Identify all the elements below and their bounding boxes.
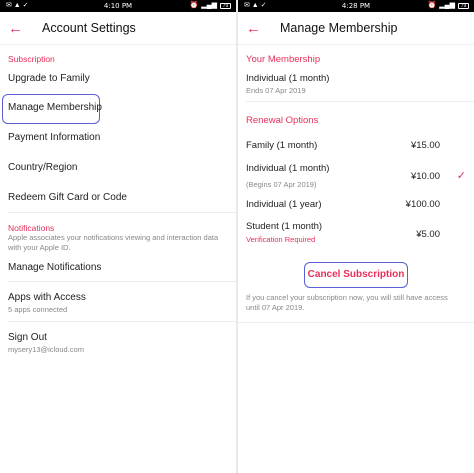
alarm-icon: ⏰ [427, 2, 437, 9]
account-settings-screen: ✉ ▲ ✓ 4:10 PM ⏰ ▂▄▆ 79 ← Account Setting… [0, 0, 236, 473]
cancel-subscription-button[interactable]: Cancel Subscription [304, 262, 408, 288]
app-bar: ← Account Settings [0, 12, 236, 45]
status-bar: ✉ ▲ ✓ 4:10 PM ⏰ ▂▄▆ 79 [0, 0, 236, 12]
cancel-note: If you cancel your subscription now, you… [246, 293, 448, 312]
page-title: Manage Membership [280, 21, 398, 35]
checkmark-icon: ✓ [456, 170, 466, 182]
manage-membership-screen: ✉ ▲ ✓ 4:28 PM ⏰ ▂▄▆ 79 ← Manage Membersh… [238, 0, 474, 473]
option-name: Family (1 month) [246, 140, 318, 151]
option-name: Individual (1 month) [246, 163, 330, 174]
battery-icon: 79 [458, 3, 469, 9]
screenshot-composite: ✉ ▲ ✓ 4:10 PM ⏰ ▂▄▆ 79 ← Account Setting… [0, 0, 474, 473]
verification-required-note: Verification Required [246, 235, 316, 244]
renewal-option-individual-month[interactable]: Individual (1 month) ¥10.00 ✓ (Begins 07… [238, 163, 474, 193]
battery-icon: 79 [220, 3, 231, 9]
renewal-option-individual-year[interactable]: Individual (1 year) ¥100.00 [238, 199, 474, 213]
back-arrow-icon[interactable]: ← [246, 21, 268, 36]
manage-notifications-item[interactable]: Manage Notifications [0, 262, 101, 273]
status-bar: ✉ ▲ ✓ 4:28 PM ⏰ ▂▄▆ 79 [238, 0, 474, 12]
status-icons: ⏰ ▂▄▆ 79 [428, 0, 469, 12]
manage-membership-item[interactable]: Manage Membership [0, 102, 102, 113]
alarm-icon: ⏰ [189, 2, 199, 9]
option-price: ¥5.00 [416, 229, 440, 240]
payment-information-item[interactable]: Payment Information [0, 132, 100, 143]
account-email: mysery13@icloud.com [8, 345, 84, 354]
apps-with-access-item[interactable]: Apps with Access [0, 292, 86, 303]
signal-icon: ▂▄▆ [439, 2, 455, 9]
country-region-item[interactable]: Country/Region [0, 162, 77, 173]
apps-connected-count: 5 apps connected [8, 305, 68, 314]
current-plan: Individual (1 month) [246, 73, 330, 84]
option-name: Student (1 month) [246, 221, 323, 232]
option-name: Individual (1 year) [246, 199, 322, 210]
option-note: (Begins 07 Apr 2019) [246, 180, 317, 189]
renewal-options-header: Renewal Options [246, 115, 319, 126]
renewal-option-student[interactable]: Student (1 month) ¥5.00 Verification Req… [238, 221, 474, 251]
notifications-header: Notifications [8, 223, 55, 233]
divider [8, 212, 236, 213]
divider [8, 321, 236, 322]
signal-icon: ▂▄▆ [201, 2, 217, 9]
renewal-option-family[interactable]: Family (1 month) ¥15.00 [238, 140, 474, 154]
page-title: Account Settings [42, 21, 136, 35]
upgrade-to-family-item[interactable]: Upgrade to Family [0, 73, 90, 84]
subscription-header: Subscription [8, 54, 55, 64]
sign-out-item[interactable]: Sign Out [0, 332, 47, 343]
redeem-gift-card-item[interactable]: Redeem Gift Card or Code [0, 192, 127, 203]
option-price: ¥100.00 [405, 199, 440, 210]
divider [238, 322, 474, 323]
divider [246, 101, 474, 102]
status-icons: ⏰ ▂▄▆ 79 [190, 0, 231, 12]
notifications-description: Apple associates your notifications view… [8, 233, 219, 252]
back-arrow-icon[interactable]: ← [8, 21, 30, 36]
option-price: ¥10.00 [410, 171, 440, 182]
app-bar: ← Manage Membership [238, 12, 474, 45]
your-membership-header: Your Membership [246, 54, 321, 65]
divider [8, 281, 236, 282]
option-price: ¥15.00 [410, 140, 440, 151]
plan-end-date: Ends 07 Apr 2019 [246, 86, 306, 95]
